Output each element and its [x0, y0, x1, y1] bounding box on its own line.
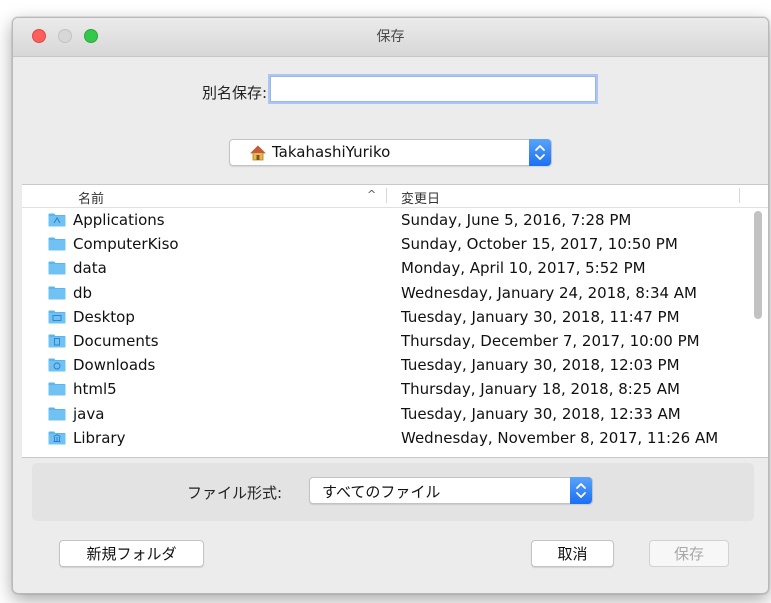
- file-format-label: ファイル形式:: [187, 484, 283, 502]
- file-date-modified: Tuesday, January 30, 2018, 11:47 PM: [401, 307, 680, 326]
- file-name: java: [73, 404, 105, 423]
- location-label: TakahashiYuriko: [272, 143, 391, 161]
- save-button[interactable]: 保存: [649, 540, 729, 567]
- home-icon: [250, 145, 266, 161]
- window-title: 保存: [376, 29, 405, 45]
- folder-icon: [48, 382, 66, 396]
- file-date-modified: Sunday, October 15, 2017, 10:50 PM: [401, 235, 678, 254]
- title-bar: 保存: [13, 18, 768, 57]
- file-row[interactable]: html5 Thursday, January 18, 2018, 8:25 AM: [22, 377, 768, 401]
- file-date-modified: Sunday, June 5, 2016, 7:28 PM: [401, 211, 632, 229]
- column-divider[interactable]: [739, 188, 740, 203]
- file-row[interactable]: data Monday, April 10, 2017, 5:52 PM: [22, 256, 768, 280]
- file-date-modified: Tuesday, January 30, 2018, 12:33 AM: [401, 404, 681, 423]
- file-date-modified: Tuesday, January 30, 2018, 12:03 PM: [401, 356, 680, 375]
- location-popup[interactable]: TakahashiYuriko: [229, 139, 552, 166]
- cancel-button[interactable]: 取消: [531, 540, 614, 567]
- file-row[interactable]: db Wednesday, January 24, 2018, 8:34 AM: [22, 281, 768, 305]
- library-folder-icon: [48, 431, 66, 445]
- file-row[interactable]: Library Wednesday, November 8, 2017, 11:2…: [22, 426, 768, 450]
- file-name: data: [73, 259, 107, 278]
- file-name: Desktop: [73, 307, 135, 326]
- save-as-input[interactable]: [270, 76, 596, 102]
- applications-folder-icon: [48, 213, 66, 227]
- column-name-header[interactable]: 名前: [78, 188, 104, 207]
- file-format-popup[interactable]: すべてのファイル: [309, 477, 593, 504]
- file-list: Applications Sunday, June 5, 2016, 7:28 P…: [22, 208, 768, 450]
- file-date-modified: Thursday, January 18, 2018, 8:25 AM: [401, 380, 680, 399]
- file-date-modified: Thursday, December 7, 2017, 10:00 PM: [401, 331, 700, 350]
- vertical-scrollbar[interactable]: [754, 211, 762, 319]
- file-row[interactable]: Desktop Tuesday, January 30, 2018, 11:47 …: [22, 305, 768, 329]
- downloads-folder-icon: [48, 358, 66, 372]
- file-format-value: すべてのファイル: [322, 483, 441, 501]
- save-as-label: 別名保存:: [201, 84, 267, 102]
- file-browser: 名前 ^ 変更日 Applications Sunday, June 5, 201…: [22, 184, 768, 458]
- column-date-header[interactable]: 変更日: [401, 188, 440, 207]
- file-row[interactable]: Applications Sunday, June 5, 2016, 7:28 P…: [22, 208, 768, 232]
- file-date-modified: Wednesday, November 8, 2017, 11:26 AM: [401, 428, 719, 447]
- desktop-folder-icon: [48, 310, 66, 324]
- popup-stepper-icon: [529, 139, 551, 166]
- file-name: db: [73, 283, 93, 302]
- file-row[interactable]: ComputerKiso Sunday, October 15, 2017, 10…: [22, 232, 768, 256]
- column-header: 名前 ^ 変更日: [22, 185, 768, 208]
- file-name: Applications: [73, 211, 165, 229]
- file-row[interactable]: Downloads Tuesday, January 30, 2018, 12:0…: [22, 353, 768, 377]
- folder-icon: [48, 286, 66, 300]
- file-name: Downloads: [73, 356, 156, 375]
- sort-ascending-icon: ^: [367, 188, 377, 201]
- file-name: Library: [73, 428, 126, 447]
- column-divider[interactable]: [386, 188, 387, 203]
- file-name: Documents: [73, 331, 159, 350]
- file-date-modified: Wednesday, January 24, 2018, 8:34 AM: [401, 283, 698, 302]
- folder-icon: [48, 237, 66, 251]
- save-dialog: 保存 別名保存: TakahashiYuriko 名前 ^ 変更日 Applic…: [12, 17, 769, 594]
- popup-stepper-icon: [570, 477, 592, 504]
- folder-icon: [48, 261, 66, 275]
- file-name: ComputerKiso: [73, 235, 179, 254]
- documents-folder-icon: [48, 334, 66, 348]
- file-row[interactable]: java Tuesday, January 30, 2018, 12:33 AM: [22, 402, 768, 426]
- file-row[interactable]: Documents Thursday, December 7, 2017, 10:…: [22, 329, 768, 353]
- file-date-modified: Monday, April 10, 2017, 5:52 PM: [401, 259, 646, 278]
- folder-icon: [48, 407, 66, 421]
- file-name: html5: [73, 380, 117, 399]
- new-folder-button[interactable]: 新規フォルダ: [59, 540, 204, 567]
